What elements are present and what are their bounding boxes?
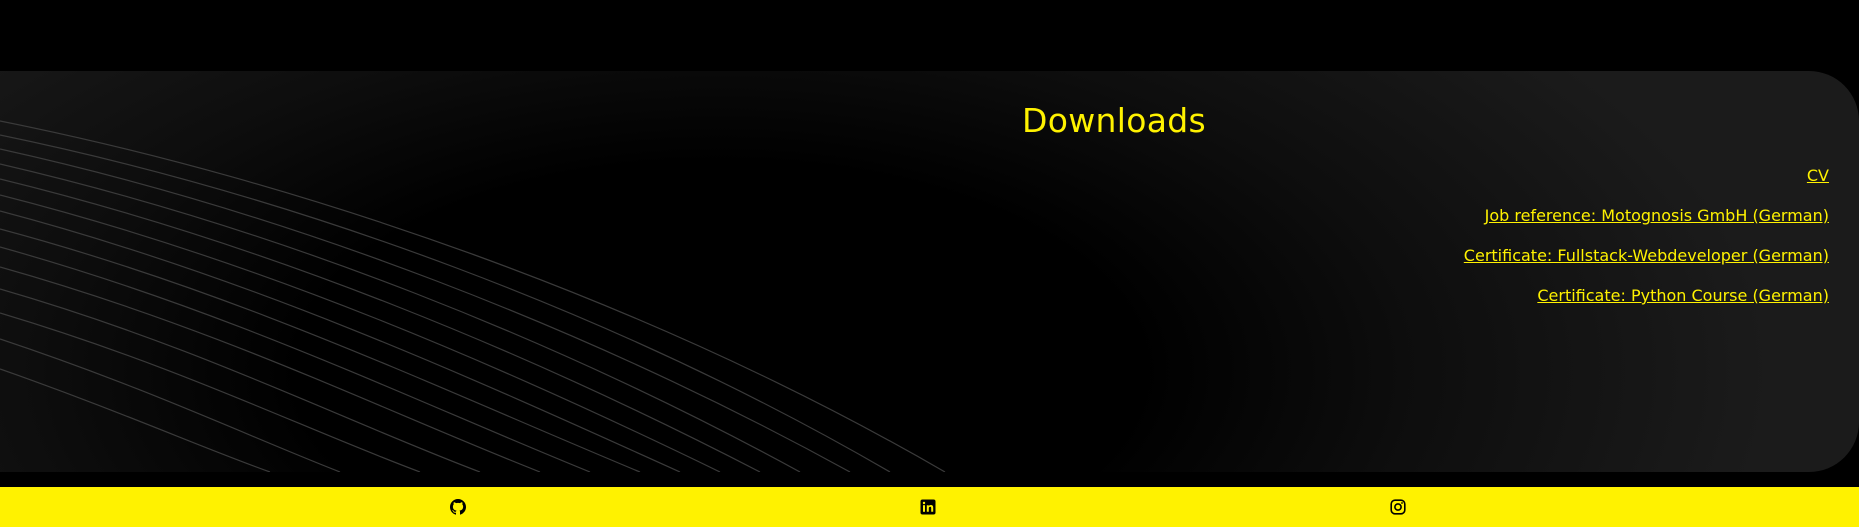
python-certificate-download-link[interactable]: Certificate: Python Course (German): [1537, 286, 1829, 305]
list-item: Certificate: Fullstack-Webdeveloper (Ger…: [1464, 245, 1829, 285]
fullstack-certificate-download-link[interactable]: Certificate: Fullstack-Webdeveloper (Ger…: [1464, 246, 1829, 265]
downloads-title: Downloads: [1022, 101, 1206, 140]
downloads-list: CV Job reference: Motognosis GmbH (Germa…: [1464, 165, 1829, 325]
list-item: CV: [1464, 165, 1829, 205]
downloads-section: Downloads CV Job reference: Motognosis G…: [0, 71, 1859, 472]
github-icon[interactable]: [450, 499, 466, 515]
footer: [0, 487, 1859, 527]
cv-download-link[interactable]: CV: [1807, 166, 1829, 185]
list-item: Job reference: Motognosis GmbH (German): [1464, 205, 1829, 245]
job-reference-download-link[interactable]: Job reference: Motognosis GmbH (German): [1485, 206, 1829, 225]
instagram-icon[interactable]: [1390, 499, 1406, 515]
linkedin-icon[interactable]: [920, 499, 936, 515]
list-item: Certificate: Python Course (German): [1464, 285, 1829, 325]
